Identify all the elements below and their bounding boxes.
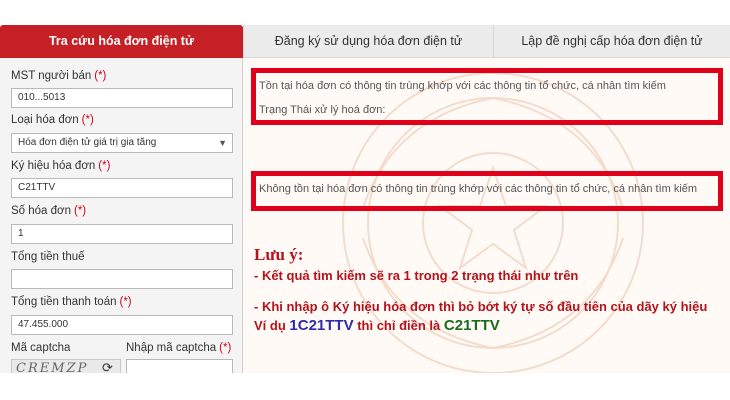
chevron-down-icon: ▼: [218, 138, 227, 148]
mst-input[interactable]: 010...5013: [11, 88, 233, 108]
found-result-box: [251, 68, 723, 125]
loai-select[interactable]: Hóa đơn điện tử giá trị gia tăng ▼: [11, 133, 233, 153]
code-example-short: C21TTV: [443, 317, 500, 334]
mst-label: MST người bán (*): [11, 70, 107, 82]
tienthue-input[interactable]: [11, 269, 233, 289]
tab-tra-cuu[interactable]: Tra cứu hóa đơn điện tử: [0, 25, 243, 58]
thanhtoan-input[interactable]: 47.455.000: [11, 315, 233, 335]
tienthue-label: Tổng tiền thuế: [11, 251, 85, 263]
found-result-text: Tồn tại hóa đơn có thông tin trùng khớp …: [259, 80, 666, 92]
status-text: Trạng Thái xử lý hoá đơn:: [259, 104, 386, 116]
refresh-icon[interactable]: ⟳: [102, 360, 113, 373]
tab-lap-de-nghi[interactable]: Lập đề nghị cấp hóa đơn điện tử: [493, 25, 730, 58]
result-area: Tồn tại hóa đơn có thông tin trùng khớp …: [243, 58, 730, 373]
kyhieu-input[interactable]: C21TTV: [11, 178, 233, 198]
not-found-result-text: Không tồn tại hóa đơn có thông tin trùng…: [259, 183, 698, 195]
note-line-2: - Khi nhập ô Ký hiệu hóa đơn thì bỏ bớt …: [254, 299, 708, 314]
bottom-margin: [0, 373, 730, 400]
loai-label: Loại hóa đơn (*): [11, 114, 94, 126]
thanhtoan-label: Tổng tiền thanh toán (*): [11, 296, 132, 308]
captcha-input-label: Nhập mã captcha (*): [126, 342, 232, 354]
loai-select-value: Hóa đơn điện tử giá trị gia tăng: [18, 137, 157, 148]
note-title: Lưu ý:: [254, 245, 304, 264]
app-frame: Tra cứu hóa đơn điện tử Đăng ký sử dụng …: [0, 0, 730, 373]
search-form: MST người bán (*) 010...5013 Loại hóa đơn…: [0, 58, 243, 373]
note-line-3: Ví dụ 1C21TTV thì chỉ điền là C21TTV: [254, 317, 500, 334]
captcha-input[interactable]: [126, 359, 233, 373]
tab-bar: Tra cứu hóa đơn điện tử Đăng ký sử dụng …: [0, 25, 730, 58]
tab-dang-ky[interactable]: Đăng ký sử dụng hóa đơn điện tử: [243, 25, 493, 58]
kyhieu-label: Ký hiệu hóa đơn (*): [11, 160, 111, 172]
so-input[interactable]: 1: [11, 224, 233, 244]
so-label: Số hóa đơn (*): [11, 205, 87, 217]
note-line-1: - Kết quả tìm kiếm sẽ ra 1 trong 2 trạng…: [254, 268, 579, 283]
captcha-label: Mã captcha: [11, 342, 71, 354]
code-example-full: 1C21TTV: [289, 317, 354, 334]
